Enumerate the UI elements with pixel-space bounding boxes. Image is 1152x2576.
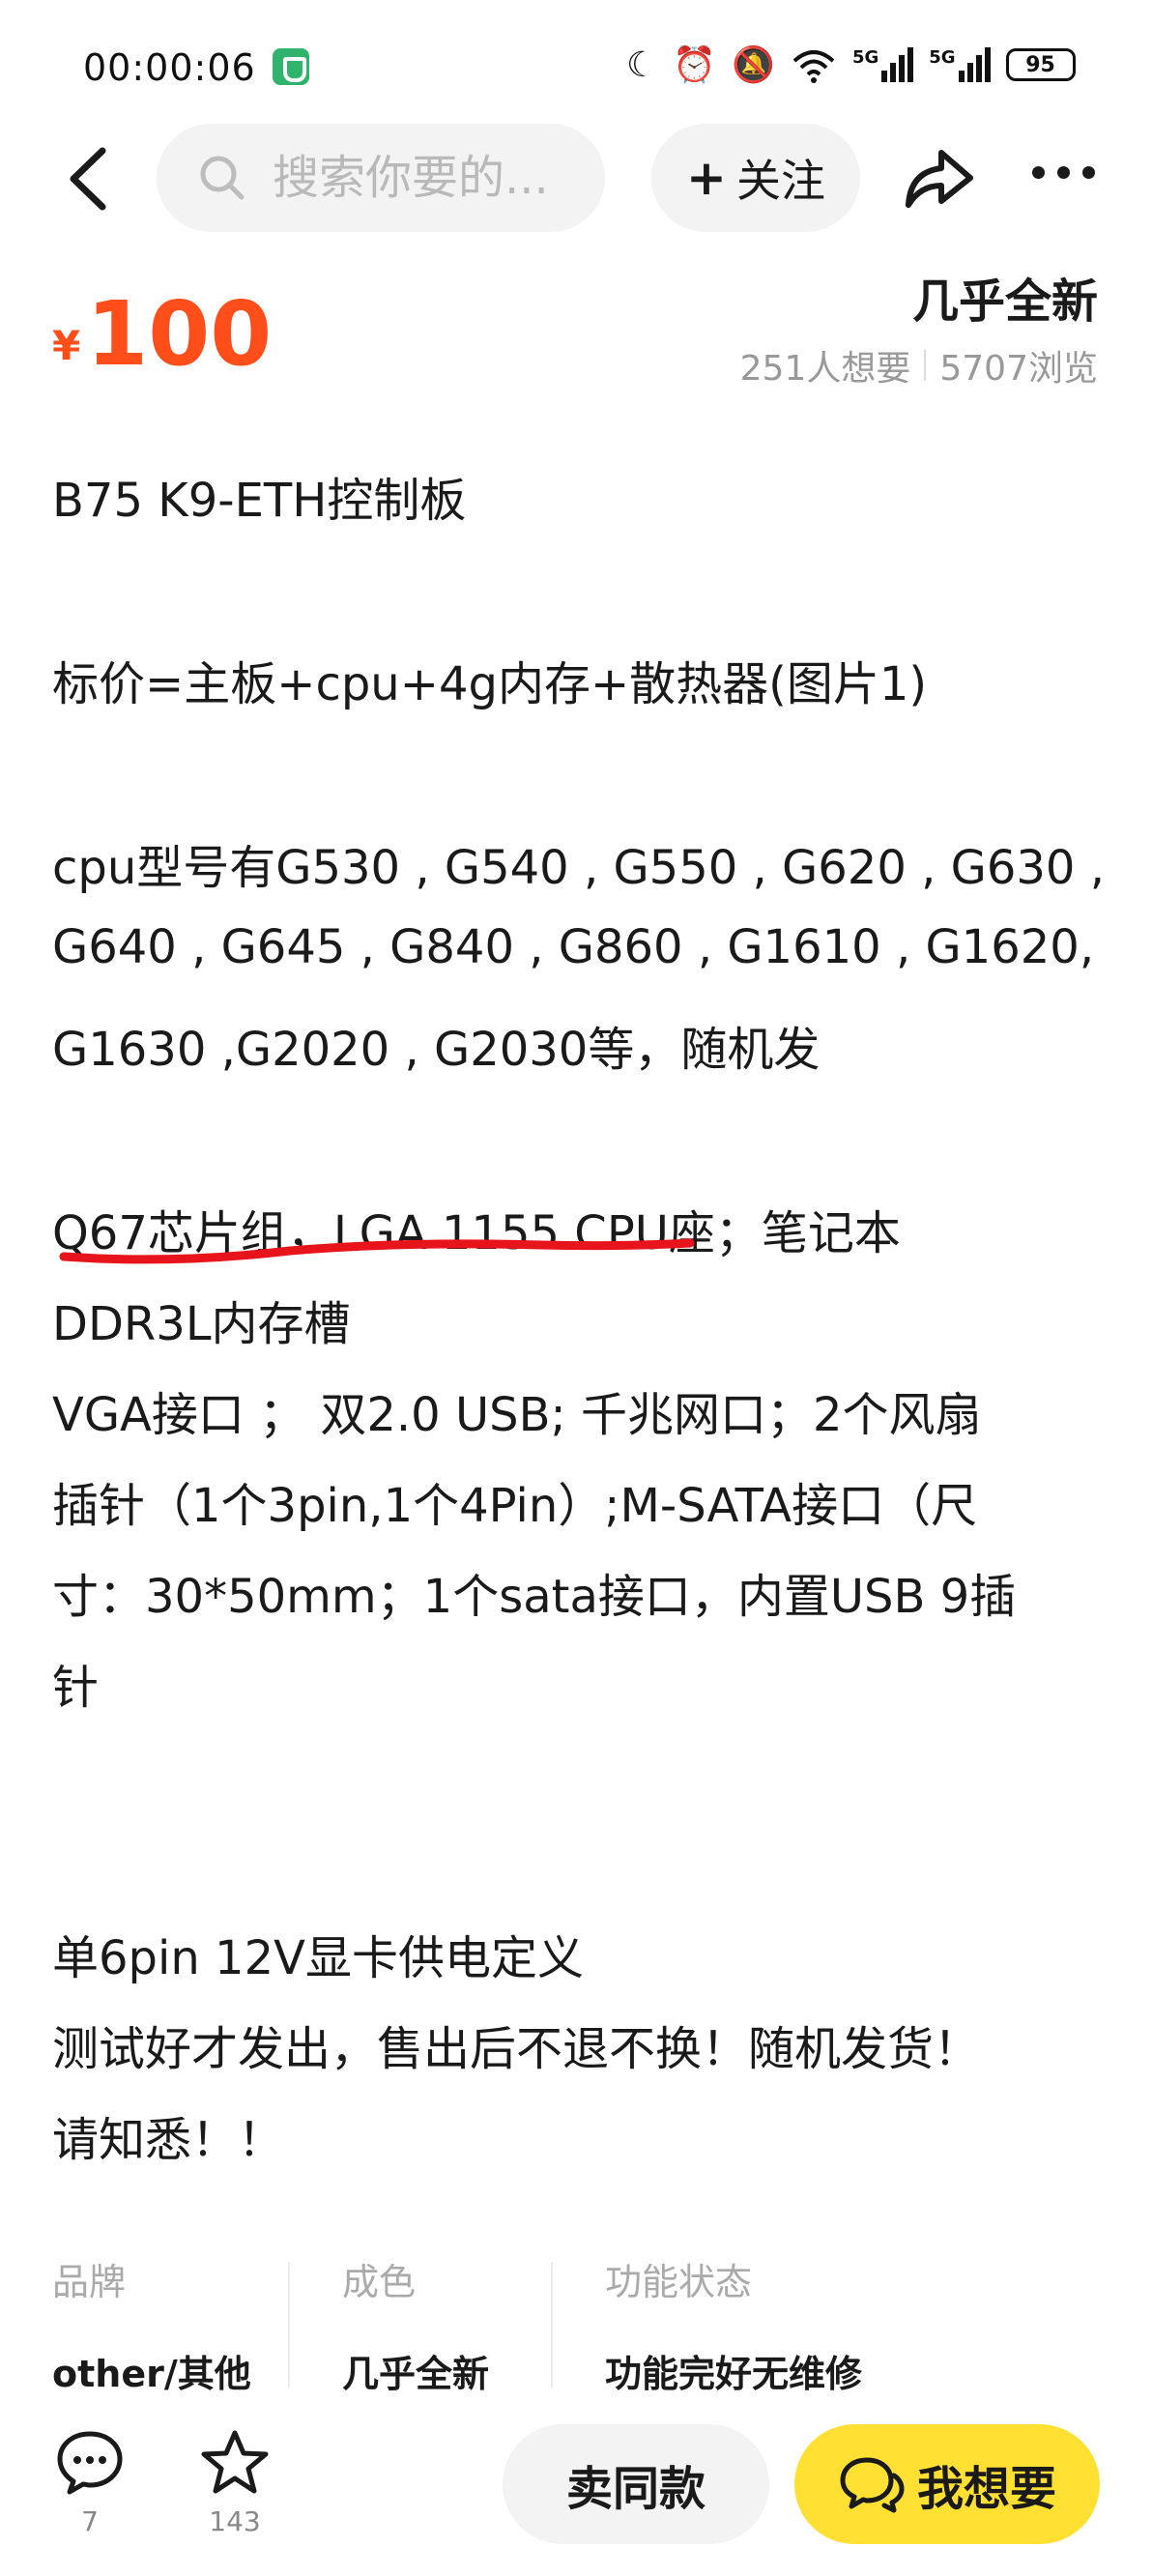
comment-button[interactable]: 7	[54, 2428, 126, 2544]
more-dot-icon	[1082, 166, 1095, 179]
attribute-divider	[551, 2262, 553, 2388]
attribute-label: 品牌	[52, 2261, 127, 2303]
status-bar: 00:00:06 ☾ ⏰ 🔕 5G 5G 95	[0, 0, 1152, 135]
sell-same-button[interactable]: 卖同款	[503, 2424, 769, 2544]
attribute-function-status: 功能状态 功能完好无维修	[605, 2252, 862, 2397]
description-line: 寸：30*50mm；1个sata接口，内置USB 9插	[52, 1570, 1017, 1624]
description-line: DDR3L内存槽	[52, 1297, 351, 1351]
item-detail-page: 00:00:06 ☾ ⏰ 🔕 5G 5G 95 搜索你要的... + 关注 ¥ …	[0, 0, 1152, 2576]
attribute-brand: 品牌 other/其他	[52, 2252, 251, 2397]
want-label: 我想要	[916, 2462, 1056, 2516]
status-icons: ☾ ⏰ 🔕 5G 5G 95	[626, 44, 1076, 85]
battery-icon: 95	[1005, 48, 1076, 81]
search-input[interactable]	[273, 151, 591, 205]
chevron-left-icon	[70, 147, 106, 211]
stats-divider	[924, 350, 927, 381]
item-stats: 251人想要 5707浏览	[740, 340, 1098, 391]
attribute-value: other/其他	[52, 2353, 251, 2395]
favorite-count: 143	[209, 2505, 261, 2537]
attribute-divider	[288, 2262, 290, 2388]
red-underline-annotation	[59, 1238, 695, 1264]
share-icon	[906, 150, 973, 208]
search-icon	[200, 156, 245, 200]
currency-symbol: ¥	[52, 322, 81, 369]
security-shield-icon	[273, 48, 309, 85]
description-line: 请知悉！！	[52, 2113, 285, 2167]
want-button[interactable]: 我想要	[794, 2424, 1100, 2544]
condition-tag: 几乎全新	[911, 263, 1102, 331]
description-line: G640 , G645 , G840 , G860 , G1610 , G162…	[52, 920, 1095, 974]
moon-icon: ☾	[626, 44, 658, 85]
attribute-value: 功能完好无维修	[605, 2353, 863, 2395]
description-line: G1630 ,G2020 , G2030等，随机发	[52, 1023, 821, 1077]
follow-button[interactable]: + 关注	[651, 124, 860, 232]
more-dot-icon	[1032, 166, 1045, 179]
plus-icon: +	[686, 150, 727, 206]
description-line: 标价=主板+cpu+4g内存+散热器(图片1)	[52, 657, 928, 711]
item-price: ¥ 100	[52, 290, 272, 379]
star-icon	[201, 2430, 269, 2494]
description-line: 单6pin 12V显卡供电定义	[52, 1931, 584, 1985]
signal-2-icon: 5G	[929, 47, 991, 82]
comment-count: 7	[81, 2505, 99, 2537]
favorite-button[interactable]: 143	[199, 2428, 271, 2544]
follow-label: 关注	[735, 155, 825, 207]
back-button[interactable]	[54, 137, 122, 220]
status-time: 00:00:06	[83, 46, 256, 89]
mute-icon: 🔕	[732, 45, 775, 85]
description-line: 针	[52, 1661, 100, 1715]
search-box[interactable]	[157, 124, 605, 232]
price-amount: 100	[86, 282, 273, 386]
description-line: cpu型号有G530 , G540 , G550 , G620 , G630 ,	[52, 841, 1105, 895]
chat-bubble-icon	[840, 2457, 905, 2513]
description-line: VGA接口 ； 双2.0 USB; 千兆网口；2个风扇	[52, 1388, 982, 1442]
comment-icon	[57, 2431, 123, 2495]
bottom-action-bar: 7 143 卖同款 我想要	[0, 2407, 1152, 2576]
attribute-condition: 成色 几乎全新	[342, 2252, 489, 2397]
more-dot-icon	[1057, 166, 1070, 179]
attribute-label: 功能状态	[605, 2261, 753, 2303]
signal-1-icon: 5G	[852, 47, 914, 82]
description-line: 测试好才发出，售出后不退不换！随机发货！	[52, 2022, 981, 2076]
wifi-icon	[792, 50, 835, 83]
top-nav: + 关注	[0, 116, 1152, 242]
condition-text: 几乎全新	[911, 275, 1098, 329]
description-line: 插针（1个3pin,1个4Pin）;M-SATA接口（尺	[52, 1479, 978, 1533]
more-options-button[interactable]	[1032, 166, 1095, 179]
view-count: 5707浏览	[939, 349, 1098, 389]
want-count: 251人想要	[739, 349, 911, 389]
description-line: B75 K9-ETH控制板	[52, 474, 467, 528]
alarm-icon: ⏰	[673, 45, 717, 85]
attribute-label: 成色	[342, 2261, 417, 2303]
share-button[interactable]	[901, 143, 976, 213]
attribute-value: 几乎全新	[342, 2353, 490, 2395]
